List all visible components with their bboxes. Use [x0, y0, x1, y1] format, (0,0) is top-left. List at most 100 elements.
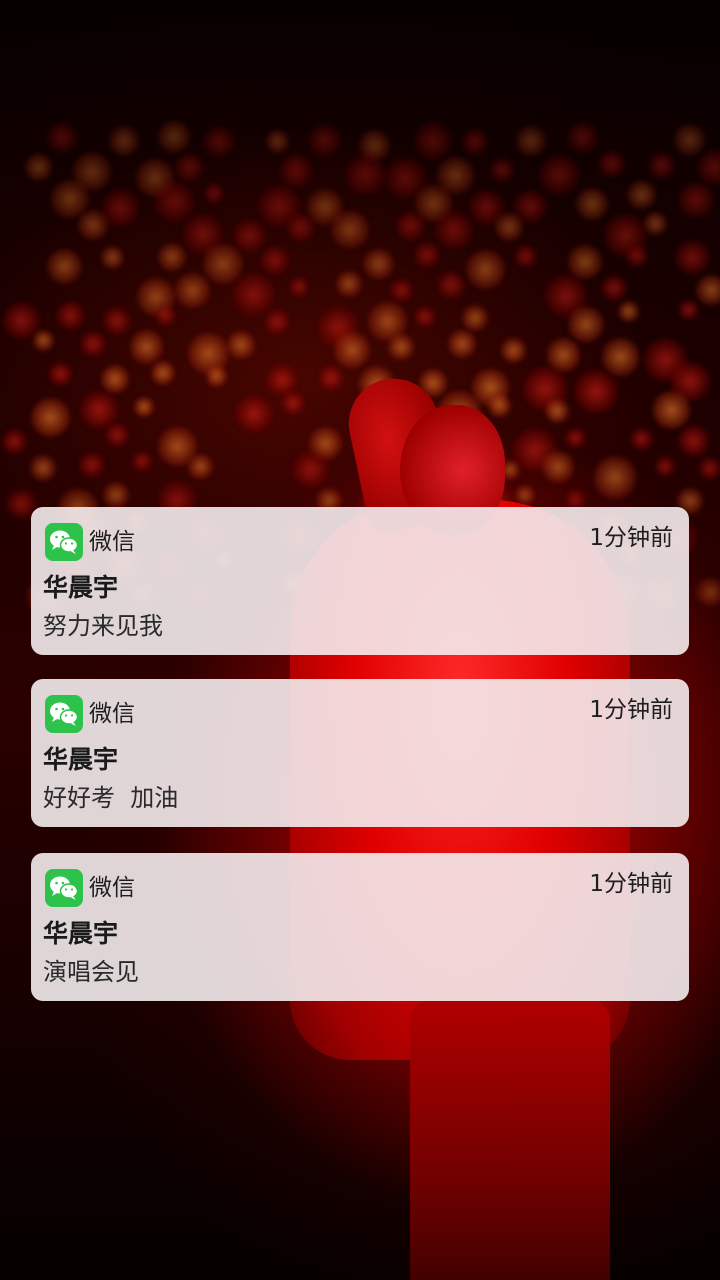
bokeh-light [188, 454, 213, 479]
bokeh-light [652, 390, 691, 429]
notification-body: 努力来见我 [43, 612, 163, 640]
bokeh-light [601, 274, 628, 301]
bokeh-light [487, 394, 511, 417]
bokeh-light [542, 451, 574, 483]
bokeh-light [678, 300, 699, 321]
bokeh-light [288, 277, 309, 298]
bokeh-light [25, 154, 52, 181]
bokeh-light [565, 427, 586, 449]
bokeh-light [29, 454, 56, 481]
bokeh-light [630, 427, 653, 450]
bokeh-light [55, 300, 86, 331]
bokeh-light [46, 122, 78, 154]
notification-card[interactable]: 微信 1分钟前 华晨宇 努力来见我 [31, 507, 689, 655]
bokeh-light [698, 456, 720, 480]
bokeh-light [155, 305, 176, 326]
notification-app-name: 微信 [89, 529, 135, 555]
bokeh-light [158, 120, 191, 153]
bokeh-light [462, 129, 488, 155]
bokeh-light [387, 333, 414, 360]
bokeh-light [601, 338, 640, 377]
bokeh-light [627, 180, 656, 210]
bokeh-light [264, 309, 290, 335]
bokeh-light [32, 330, 54, 351]
bokeh-light [344, 154, 386, 196]
bokeh-light [494, 212, 523, 242]
notification-card[interactable]: 微信 1分钟前 华晨宇 好好考 加油 [31, 679, 689, 827]
bokeh-light [335, 270, 362, 297]
bokeh-light [677, 425, 710, 458]
bokeh-light [448, 330, 476, 358]
bokeh-light [232, 272, 275, 316]
bokeh-light [2, 429, 27, 454]
bokeh-light [500, 337, 526, 363]
bokeh-light [266, 129, 290, 153]
bokeh-light [654, 456, 676, 477]
bokeh-light [593, 456, 637, 499]
wechat-icon [45, 869, 83, 907]
bokeh-light [618, 301, 639, 322]
notification-app-name: 微信 [89, 701, 135, 727]
notification-card[interactable]: 微信 1分钟前 华晨宇 演唱会见 [31, 853, 689, 1001]
bokeh-light [465, 249, 506, 290]
bokeh-light [575, 187, 608, 220]
bokeh-light [568, 245, 603, 279]
bokeh-light [134, 396, 155, 417]
bokeh-light [227, 331, 255, 360]
bokeh-light [30, 398, 71, 438]
bokeh-light [205, 365, 228, 387]
bokeh-light [516, 126, 546, 156]
bokeh-light [331, 210, 370, 249]
notification-title: 华晨宇 [43, 573, 119, 602]
bokeh-light [279, 153, 314, 188]
notification-title: 华晨宇 [43, 919, 119, 948]
bokeh-light [363, 248, 394, 280]
bokeh-light [675, 240, 711, 275]
bokeh-light [696, 578, 720, 607]
bokeh-light [678, 181, 715, 218]
bokeh-light [291, 451, 329, 489]
bokeh-light [202, 243, 243, 284]
bokeh-light [673, 124, 706, 157]
notification-body: 演唱会见 [43, 958, 139, 986]
bokeh-light [78, 210, 108, 240]
bokeh-light [131, 451, 153, 473]
bokeh-light [100, 364, 129, 394]
bokeh-light [260, 246, 290, 276]
bokeh-light [48, 362, 73, 387]
bokeh-light [435, 211, 473, 249]
bokeh-light [697, 150, 720, 185]
bokeh-light [573, 369, 618, 414]
notification-time: 1分钟前 [589, 525, 673, 551]
bokeh-light [490, 158, 515, 183]
bokeh-light [103, 307, 131, 335]
bokeh-light [539, 155, 580, 196]
bokeh-light [175, 153, 204, 182]
bokeh-light [280, 391, 306, 416]
bokeh-light [232, 218, 267, 253]
bokeh-light [395, 211, 426, 241]
bokeh-light [103, 482, 129, 508]
bokeh-light [413, 306, 437, 329]
bokeh-light [203, 125, 235, 158]
bokeh-light [307, 124, 341, 158]
notification-body: 好好考 加油 [43, 784, 179, 812]
bokeh-light [203, 183, 225, 204]
bokeh-light [696, 274, 720, 306]
bokeh-light [545, 399, 570, 424]
wechat-icon [45, 523, 83, 561]
notification-app-name: 微信 [89, 875, 135, 901]
bokeh-light [151, 360, 176, 385]
bokeh-light [78, 452, 105, 479]
notification-title: 华晨宇 [43, 745, 119, 774]
bokeh-light [568, 307, 604, 343]
notification-time: 1分钟前 [589, 871, 673, 897]
bokeh-light [47, 249, 83, 285]
bokeh-light [334, 331, 371, 368]
bokeh-light [647, 152, 676, 180]
wechat-icon [45, 695, 83, 733]
bokeh-light [546, 338, 581, 372]
bokeh-light [626, 244, 649, 268]
bokeh-light [157, 243, 186, 272]
bokeh-light [154, 180, 196, 222]
